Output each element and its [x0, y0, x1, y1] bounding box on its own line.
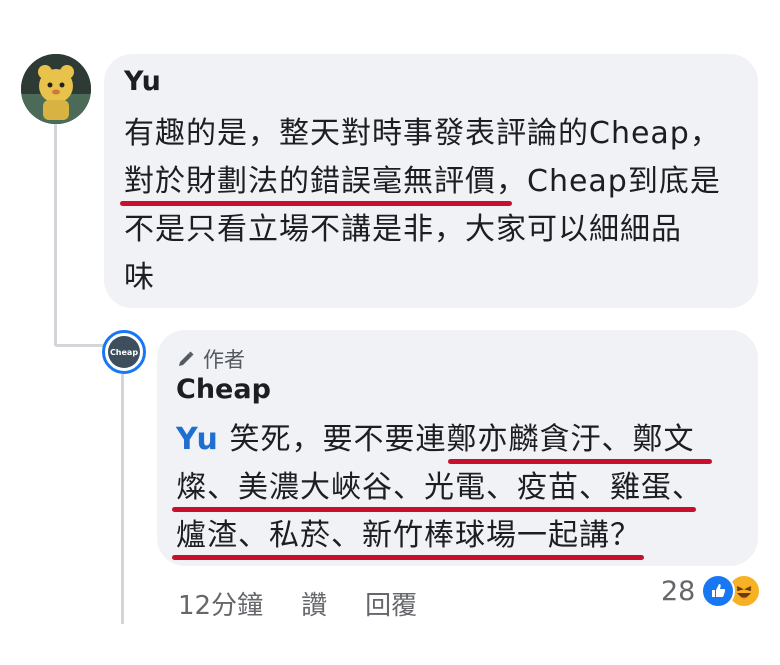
pencil-icon — [179, 351, 194, 366]
reply-bubble: 作者 Cheap Yu 笑死，要不要連鄭亦麟貪汙、鄭文 燦、美濃大峽谷、光電、疫… — [157, 330, 758, 566]
reply-line: 爐渣、私菸、新竹棒球場一起講？ — [172, 512, 703, 560]
reply-actions: 12分鐘 讚 回覆 — [178, 585, 417, 622]
thread-line-elbow — [54, 344, 104, 347]
timestamp[interactable]: 12分鐘 — [178, 585, 263, 622]
like-button[interactable]: 讚 — [301, 585, 327, 622]
author-badge-label: 作者 — [203, 348, 245, 372]
parent-comment-text: 有趣的是，整天對時事發表評論的Cheap， 對於財劃法的錯誤毫無評價，Cheap… — [120, 110, 721, 302]
comment-line: 有趣的是，整天對時事發表評論的Cheap， — [124, 116, 721, 151]
reply-button[interactable]: 回覆 — [365, 585, 417, 622]
reply-author-name[interactable]: Cheap — [176, 374, 271, 405]
author-badge: 作者 — [177, 344, 245, 374]
reply-line: Yu 笑死，要不要連鄭亦麟貪汙、鄭文 — [176, 416, 712, 464]
avatar-image — [21, 54, 91, 124]
reply-line-text: 笑死，要不要連鄭亦麟貪汙、鄭文 — [218, 422, 695, 457]
thumbs-up-icon — [701, 574, 736, 608]
red-underline — [172, 555, 644, 560]
reply-line-text: 爐渣、私菸、新竹棒球場一起講？ — [176, 518, 641, 553]
commenter-name[interactable]: Yu — [124, 66, 161, 97]
page-avatar-label: Cheap — [109, 347, 139, 357]
page-avatar[interactable]: Cheap — [102, 330, 146, 374]
mention-link[interactable]: Yu — [176, 422, 219, 457]
comment-line: 不是只看立場不講是非，大家可以細細品 — [124, 212, 682, 247]
reply-thread-line — [121, 374, 124, 624]
page-avatar-inner: Cheap — [108, 336, 140, 368]
reply-line-text: 燦、美濃大峽谷、光電、疫苗、雞蛋、 — [176, 470, 703, 505]
reply-line: 燦、美濃大峽谷、光電、疫苗、雞蛋、 — [172, 464, 703, 512]
reactions-summary[interactable]: 28 — [661, 574, 762, 608]
reply-text: Yu 笑死，要不要連鄭亦麟貪汙、鄭文 燦、美濃大峽谷、光電、疫苗、雞蛋、 爐渣、… — [172, 416, 712, 560]
thread-line-vertical — [54, 116, 57, 346]
reaction-count: 28 — [661, 575, 696, 607]
commenter-avatar[interactable] — [21, 54, 91, 124]
parent-comment-bubble: Yu 有趣的是，整天對時事發表評論的Cheap， 對於財劃法的錯誤毫無評價，Ch… — [104, 54, 758, 308]
comment-line: 味 — [124, 260, 155, 295]
comment-line-text: 對於財劃法的錯誤毫無評價，Cheap到底是 — [124, 164, 721, 199]
comment-line: 對於財劃法的錯誤毫無評價，Cheap到底是 — [120, 158, 721, 206]
